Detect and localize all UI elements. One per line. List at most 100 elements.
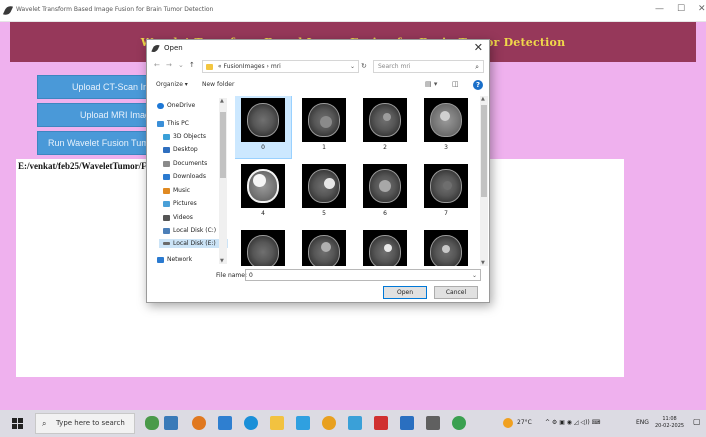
- open-button[interactable]: Open: [383, 286, 427, 299]
- scroll-down-icon[interactable]: ▼: [481, 260, 485, 266]
- file-item[interactable]: 6: [357, 162, 413, 224]
- file-item[interactable]: 11: [418, 228, 474, 266]
- file-name-input[interactable]: 0 ⌄: [245, 269, 481, 281]
- search-input[interactable]: Search mri ⌕: [373, 60, 484, 73]
- chrome-icon[interactable]: [322, 416, 336, 430]
- brain-scan-shape: [247, 169, 279, 203]
- nav-pane-scrollbar[interactable]: ▲ ▼: [219, 98, 227, 264]
- file-name: 3: [444, 144, 448, 151]
- up-arrow-icon[interactable]: ↑: [189, 61, 195, 69]
- document-icon: [163, 160, 170, 167]
- address-segment-mri[interactable]: mri: [271, 63, 281, 70]
- file-item[interactable]: 4: [235, 162, 291, 224]
- tumor-region: [320, 116, 332, 128]
- help-icon[interactable]: ?: [473, 80, 483, 90]
- forward-arrow-icon[interactable]: →: [166, 61, 172, 69]
- organize-menu[interactable]: Organize ▾: [156, 81, 188, 88]
- nav-item-label: Documents: [173, 160, 208, 167]
- taskbar-app-icon[interactable]: [400, 416, 414, 430]
- address-overflow[interactable]: «: [218, 63, 222, 70]
- file-item[interactable]: 2: [357, 96, 413, 158]
- app-feather-icon: [2, 4, 14, 17]
- brain-scan-shape: [308, 103, 340, 137]
- nav-item-documents[interactable]: Documents: [163, 160, 207, 167]
- video-icon: [163, 214, 170, 221]
- task-view-icon[interactable]: [218, 416, 232, 430]
- windows-start-icon[interactable]: [12, 418, 23, 429]
- taskbar-clock[interactable]: 11:08 20-02-2025: [655, 416, 684, 430]
- nav-item-videos[interactable]: Videos: [163, 214, 193, 221]
- view-options-icon[interactable]: ▤ ▾: [425, 80, 437, 88]
- file-item[interactable]: 5: [296, 162, 352, 224]
- language-indicator[interactable]: ENG: [636, 419, 649, 426]
- scrollbar-thumb[interactable]: [481, 105, 487, 197]
- preview-pane-icon[interactable]: ◫: [452, 80, 459, 88]
- dialog-title: Open: [164, 44, 183, 52]
- nav-item-label: OneDrive: [167, 102, 196, 109]
- scroll-up-icon[interactable]: ▲: [220, 98, 224, 104]
- computer-icon: [157, 120, 164, 127]
- minimize-button[interactable]: —: [655, 4, 664, 14]
- nav-item-music[interactable]: Music: [163, 187, 190, 194]
- nav-item-local-disk-c[interactable]: Local Disk (C:): [163, 227, 216, 234]
- nav-item-onedrive[interactable]: OneDrive: [157, 102, 195, 109]
- nav-item-network[interactable]: Network: [157, 256, 192, 263]
- recent-chevron-icon[interactable]: ⌄: [178, 61, 184, 69]
- nav-item-label: Desktop: [173, 146, 198, 153]
- taskbar-search[interactable]: ⌕ Type here to search: [35, 413, 135, 434]
- file-item[interactable]: 7: [418, 162, 474, 224]
- brain-scan-shape: [247, 103, 279, 137]
- file-item[interactable]: 3: [418, 96, 474, 158]
- address-segment-fusionimages[interactable]: FusionImages: [224, 63, 265, 70]
- dialog-titlebar: Open ✕: [147, 40, 489, 57]
- tumor-region: [442, 245, 450, 253]
- file-item[interactable]: 10: [357, 228, 413, 266]
- tumor-region: [384, 244, 392, 252]
- file-item[interactable]: 1: [296, 96, 352, 158]
- tumor-region: [321, 242, 331, 252]
- weather-icon: [503, 418, 513, 428]
- mri-thumbnail: [302, 164, 346, 208]
- file-item[interactable]: 8: [235, 228, 291, 266]
- file-item[interactable]: 9: [296, 228, 352, 266]
- download-icon: [163, 173, 170, 180]
- refresh-icon[interactable]: ↻: [361, 62, 367, 70]
- taskbar-app-icon[interactable]: [426, 416, 440, 430]
- python-icon[interactable]: [452, 416, 466, 430]
- maximize-button[interactable]: ☐: [677, 4, 685, 14]
- nav-item-downloads[interactable]: Downloads: [163, 173, 206, 180]
- chevron-down-icon[interactable]: ⌄: [472, 270, 477, 281]
- tray-icons[interactable]: ^ ⚙ ▣ ◉ ◿ ◁)) ⌨: [545, 419, 600, 426]
- address-bar[interactable]: « FusionImages › mri ⌄: [202, 60, 359, 73]
- dialog-toolbar: Organize ▾ New folder ▤ ▾ ◫ ?: [147, 78, 489, 92]
- file-name: 0: [261, 144, 265, 151]
- file-grid-scrollbar[interactable]: ▲ ▼: [480, 96, 488, 266]
- nav-item-pictures[interactable]: Pictures: [163, 200, 197, 207]
- taskbar-app-icon[interactable]: [296, 416, 310, 430]
- taskbar-app-icon[interactable]: [164, 416, 178, 430]
- nav-item-3d-objects[interactable]: 3D Objects: [163, 133, 206, 140]
- file-explorer-icon[interactable]: [270, 416, 284, 430]
- scroll-up-icon[interactable]: ▲: [481, 96, 485, 102]
- taskbar-app-icon[interactable]: [374, 416, 388, 430]
- scroll-down-icon[interactable]: ▼: [220, 258, 224, 264]
- search-icon: ⌕: [42, 419, 47, 428]
- weather-text[interactable]: 27°C: [517, 419, 532, 426]
- mri-thumbnail: [302, 230, 346, 266]
- cancel-button[interactable]: Cancel: [434, 286, 478, 299]
- notification-icon[interactable]: ▢: [693, 417, 701, 426]
- nav-item-this-pc[interactable]: This PC: [157, 120, 189, 127]
- dialog-close-button[interactable]: ✕: [474, 41, 483, 54]
- file-item[interactable]: 0: [235, 96, 292, 159]
- nav-item-desktop[interactable]: Desktop: [163, 146, 198, 153]
- close-window-button[interactable]: ✕: [698, 4, 706, 14]
- taskbar-app-icon[interactable]: [192, 416, 206, 430]
- scrollbar-thumb[interactable]: [220, 112, 226, 178]
- new-folder-button[interactable]: New folder: [202, 81, 234, 88]
- address-dropdown-icon[interactable]: ⌄: [350, 61, 355, 73]
- edge-browser-icon[interactable]: [244, 416, 258, 430]
- nav-item-local-disk-e[interactable]: Local Disk (E:): [159, 239, 228, 248]
- back-arrow-icon[interactable]: ←: [154, 61, 160, 69]
- taskbar-app-icon[interactable]: [145, 416, 159, 430]
- taskbar-app-icon[interactable]: [348, 416, 362, 430]
